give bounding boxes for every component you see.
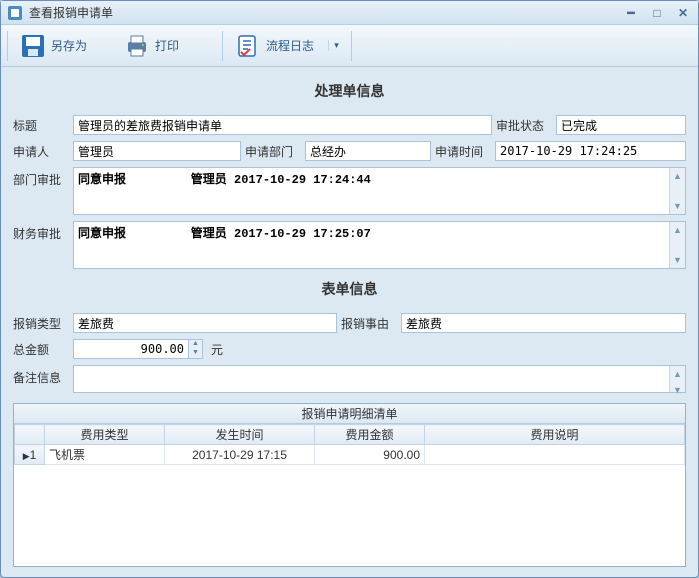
label-reimburse-type: 报销类型: [13, 315, 69, 332]
field-apply-dept[interactable]: 总经办: [305, 141, 431, 161]
app-icon: [7, 5, 23, 21]
scroll-down-icon[interactable]: ▼: [670, 252, 685, 268]
table-row[interactable]: ▶1 飞机票 2017-10-29 17:15 900.00: [15, 445, 685, 465]
label-apply-dept: 申请部门: [245, 143, 301, 160]
label-approval-status: 审批状态: [496, 117, 552, 134]
detail-table[interactable]: 费用类型 发生时间 费用金额 费用说明 ▶1 飞机票 2017-10-29 17…: [14, 424, 685, 465]
table-empty-area: [14, 465, 685, 566]
col-type[interactable]: 费用类型: [45, 425, 165, 445]
minimize-button[interactable]: ━: [622, 6, 640, 20]
field-reimburse-type[interactable]: 差旅费: [73, 313, 337, 333]
field-reimburse-reason[interactable]: 差旅费: [401, 313, 686, 333]
col-time[interactable]: 发生时间: [165, 425, 315, 445]
log-icon: [234, 32, 262, 60]
section-form-info: 表单信息: [13, 275, 686, 307]
label-title: 标题: [13, 117, 69, 134]
col-desc[interactable]: 费用说明: [425, 425, 685, 445]
spin-down-icon[interactable]: ▼: [189, 349, 202, 358]
label-reimburse-reason: 报销事由: [341, 315, 397, 332]
remark-scrollbar[interactable]: ▲ ▼: [669, 366, 685, 392]
field-title[interactable]: 管理员的差旅费报销申请单: [73, 115, 492, 135]
col-amount[interactable]: 费用金额: [315, 425, 425, 445]
titlebar: 查看报销申请单 ━ □ ✕: [1, 1, 698, 25]
label-remark: 备注信息: [13, 365, 69, 386]
processlog-label: 流程日志: [266, 37, 322, 54]
finance-approve-text: 同意申报 管理员 2017-10-29 17:25:07: [78, 227, 371, 241]
save-icon: [19, 32, 47, 60]
label-dept-approve: 部门审批: [13, 167, 69, 188]
field-total-amount[interactable]: 900.00: [73, 339, 189, 359]
saveas-label: 另存为: [51, 37, 107, 54]
field-dept-approve[interactable]: 同意申报 管理员 2017-10-29 17:24:44 ▲ ▼: [73, 167, 686, 215]
print-icon: [123, 32, 151, 60]
cell-type: 飞机票: [45, 445, 165, 465]
label-applicant: 申请人: [13, 143, 69, 160]
label-total-amount: 总金额: [13, 341, 69, 358]
label-apply-time: 申请时间: [435, 143, 491, 160]
cell-time: 2017-10-29 17:15: [165, 445, 315, 465]
scroll-up-icon[interactable]: ▲: [670, 168, 685, 184]
processlog-dropdown[interactable]: ▾: [328, 40, 340, 51]
window-title: 查看报销申请单: [29, 4, 622, 21]
field-apply-time[interactable]: 2017-10-29 17:24:25: [495, 141, 686, 161]
row-indicator: ▶1: [15, 445, 45, 465]
content-area: 处理单信息 标题 管理员的差旅费报销申请单 审批状态 已完成 申请人 管理员 申…: [1, 67, 698, 577]
field-approval-status[interactable]: 已完成: [556, 115, 686, 135]
label-finance-approve: 财务审批: [13, 221, 69, 242]
dept-approve-scrollbar[interactable]: ▲ ▼: [669, 168, 685, 214]
spin-up-icon[interactable]: ▲: [189, 340, 202, 349]
field-finance-approve[interactable]: 同意申报 管理员 2017-10-29 17:25:07 ▲ ▼: [73, 221, 686, 269]
print-button[interactable]: 打印: [116, 28, 218, 64]
currency-unit: 元: [211, 341, 223, 358]
cell-amount: 900.00: [315, 445, 425, 465]
dept-approve-text: 同意申报 管理员 2017-10-29 17:24:44: [78, 173, 371, 187]
scroll-down-icon[interactable]: ▼: [670, 198, 685, 214]
detail-panel: 报销申请明细清单 费用类型 发生时间 费用金额 费用说明 ▶1: [13, 403, 686, 567]
cell-desc: [425, 445, 685, 465]
print-label: 打印: [155, 37, 211, 54]
maximize-button[interactable]: □: [648, 6, 666, 20]
app-window: 查看报销申请单 ━ □ ✕ 另存为 打印 流程日志 ▾: [0, 0, 699, 578]
scroll-up-icon[interactable]: ▲: [670, 366, 685, 382]
field-applicant[interactable]: 管理员: [73, 141, 241, 161]
processlog-button[interactable]: 流程日志 ▾: [227, 28, 347, 64]
finance-approve-scrollbar[interactable]: ▲ ▼: [669, 222, 685, 268]
col-idx[interactable]: [15, 425, 45, 445]
scroll-down-icon[interactable]: ▼: [670, 382, 685, 398]
scroll-up-icon[interactable]: ▲: [670, 222, 685, 238]
section-processing-info: 处理单信息: [13, 77, 686, 109]
detail-caption: 报销申请明细清单: [14, 404, 685, 424]
table-header-row: 费用类型 发生时间 费用金额 费用说明: [15, 425, 685, 445]
field-remark[interactable]: ▲ ▼: [73, 365, 686, 393]
saveas-button[interactable]: 另存为: [12, 28, 114, 64]
amount-spinner[interactable]: ▲ ▼: [189, 339, 203, 359]
toolbar: 另存为 打印 流程日志 ▾: [1, 25, 698, 67]
close-button[interactable]: ✕: [674, 6, 692, 20]
